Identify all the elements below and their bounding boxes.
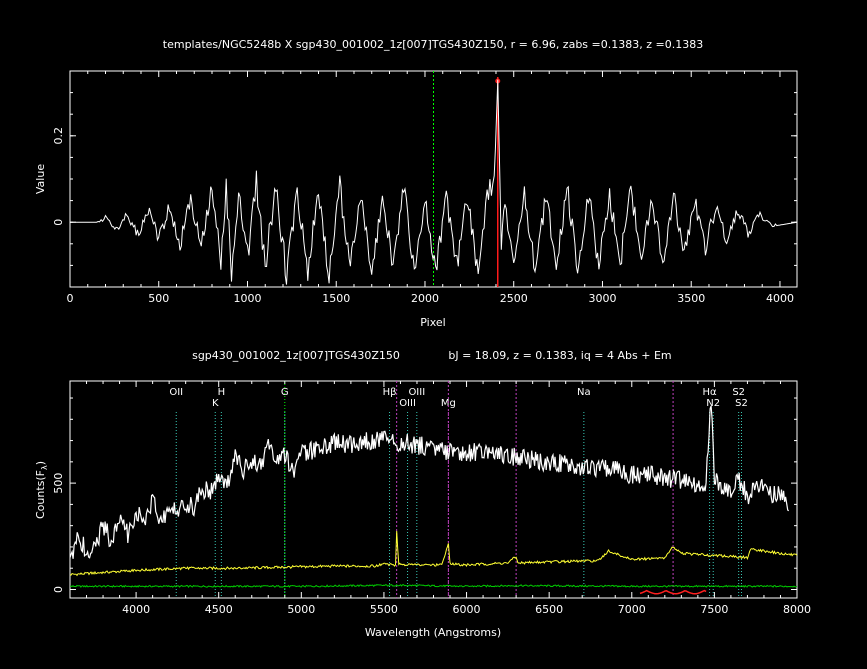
spectrum-xtick-label: 4000 <box>122 603 150 616</box>
correlation-axis-ticks: 0 500 1000 1500 2000 2500 3000 3500 4000 0 0.2 <box>52 71 797 305</box>
spectral-line-label: N2 <box>706 398 720 409</box>
spectrum-xlabel: Wavelength (Angstroms) <box>365 626 501 639</box>
correlation-ylabel: Value <box>34 164 47 194</box>
correlation-xtick-label: 4000 <box>766 292 794 305</box>
spectral-line-label: Hβ <box>383 387 397 398</box>
correlation-xtick-label: 3500 <box>677 292 705 305</box>
error-spectrum-curve <box>70 583 798 588</box>
spectrum-xtick-label: 8000 <box>783 603 811 616</box>
spectrum-ylabel: Counts(Fλ) <box>34 461 49 519</box>
spectrum-flux-curve <box>69 405 790 559</box>
spectrum-xtick-label: 6500 <box>535 603 563 616</box>
spectral-line-label: Hα <box>703 387 718 398</box>
spectral-line-label: OIII <box>399 398 416 409</box>
spectrum-axis-ticks: 4000 4500 5000 5500 6000 6500 7000 7500 8000 0 500 <box>52 381 811 616</box>
spectral-line-label: Na <box>577 387 591 398</box>
correlation-xtick-label: 500 <box>148 292 169 305</box>
spectrum-xtick-label: 4500 <box>205 603 233 616</box>
spectral-line-label: OII <box>169 387 183 398</box>
correlation-panel: templates/NGC5248b X sgp430_001002_1z[00… <box>34 38 798 329</box>
correlation-xtick-label: 1000 <box>233 292 261 305</box>
spectrum-curves <box>69 405 798 595</box>
spectrum-ytick-label: 0 <box>52 586 65 593</box>
correlation-title: templates/NGC5248b X sgp430_001002_1z[00… <box>163 38 703 51</box>
spectral-line-label: S2 <box>735 398 748 409</box>
correlation-ytick-label: 0 <box>52 219 65 226</box>
correlation-xtick-label: 1500 <box>322 292 350 305</box>
spectrum-figure: templates/NGC5248b X sgp430_001002_1z[00… <box>34 38 811 639</box>
spectrum-xtick-label: 5000 <box>287 603 315 616</box>
spectrum-title: sgp430_001002_1z[007]TGS430Z150 <box>192 349 400 362</box>
correlation-xlabel: Pixel <box>420 316 445 329</box>
spectrum-panel: sgp430_001002_1z[007]TGS430Z150 bJ = 18.… <box>34 349 811 639</box>
correlation-reference-lines <box>433 71 501 287</box>
spectrum-ylabel-main: Counts(F <box>34 470 47 519</box>
correlation-xtick-label: 2000 <box>411 292 439 305</box>
sky-spectrum-curve <box>69 530 798 577</box>
correlation-curve <box>70 79 798 285</box>
spectrum-xtick-label: 5500 <box>370 603 398 616</box>
correlation-xtick-label: 2500 <box>500 292 528 305</box>
spectrum-xtick-label: 7000 <box>618 603 646 616</box>
spectral-line-label: H <box>218 387 226 398</box>
spectrum-frame <box>69 380 798 599</box>
spectrum-ylabel-close: ) <box>34 461 47 465</box>
correlation-xtick-label: 0 <box>67 292 74 305</box>
spectral-reference-lines: OIIKH G HβOIIIOIIIMgNa HαN2S2S2 <box>169 381 748 598</box>
spectrum-ytick-label: 500 <box>52 473 65 494</box>
spectrum-xtick-label: 7500 <box>700 603 728 616</box>
spectrum-xtick-label: 6000 <box>453 603 481 616</box>
spectral-line-label: Mg <box>441 398 456 409</box>
spectral-line-label: OIII <box>408 387 425 398</box>
spectrum-subtitle: bJ = 18.09, z = 0.1383, iq = 4 Abs + Em <box>448 349 671 362</box>
residual-curve <box>639 589 707 595</box>
spectral-line-label: K <box>212 398 219 409</box>
correlation-ytick-label: 0.2 <box>52 127 65 145</box>
correlation-xtick-label: 3000 <box>588 292 616 305</box>
spectral-line-label: S2 <box>732 387 745 398</box>
